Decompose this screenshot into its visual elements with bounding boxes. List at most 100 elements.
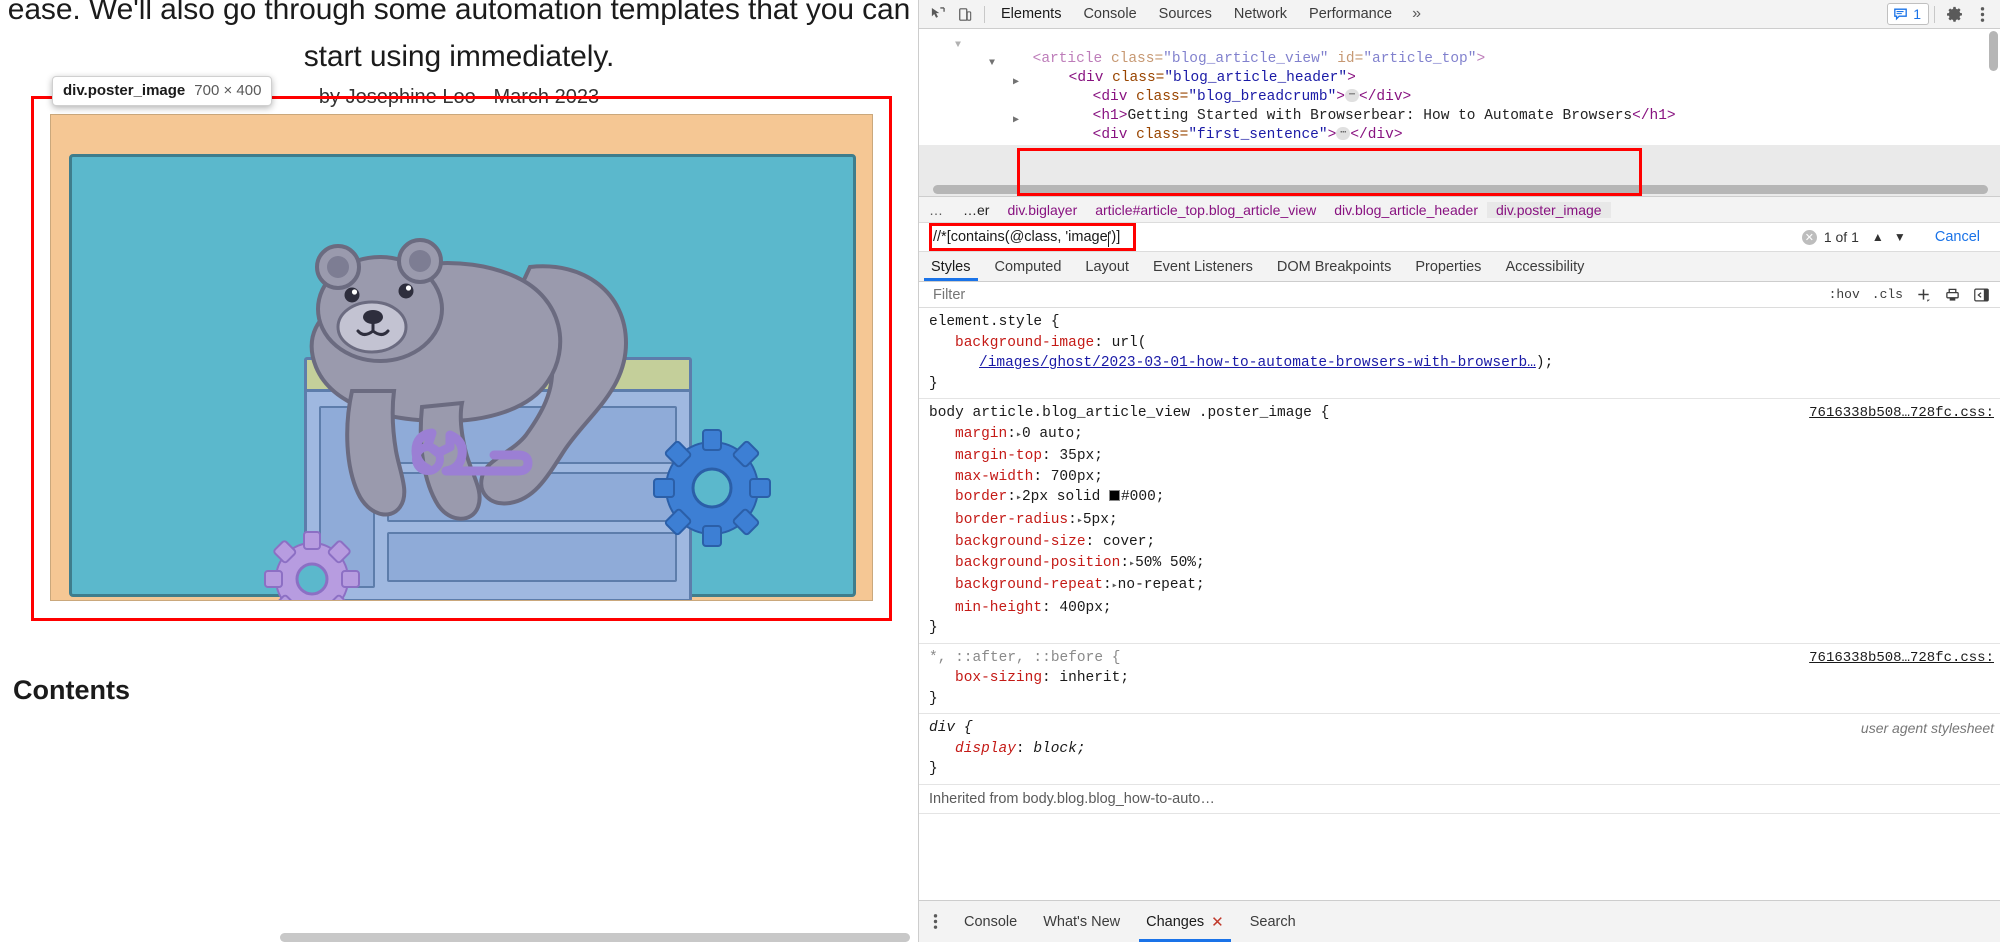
search-input-text-before-caret: //*[contains(@class, 'image — [933, 229, 1108, 245]
css-property-value: 50% 50%; — [1135, 554, 1205, 571]
tab-dom-breakpoints[interactable]: DOM Breakpoints — [1265, 252, 1403, 281]
tab-sources[interactable]: Sources — [1148, 0, 1223, 28]
breadcrumb-item-poster-image[interactable]: div.poster_image — [1486, 201, 1611, 218]
css-rule-close: } — [929, 690, 938, 707]
tab-accessibility[interactable]: Accessibility — [1493, 252, 1596, 281]
css-property-name: background-size — [955, 534, 1086, 550]
css-declaration[interactable]: margin-top: 35px; — [929, 446, 2000, 467]
tab-event-listeners[interactable]: Event Listeners — [1141, 252, 1265, 281]
toolbar-right-group: 1 — [1887, 1, 1996, 27]
close-icon[interactable]: ✕ — [1211, 913, 1224, 931]
devtools-toolbar: Elements Console Sources Network Perform… — [919, 0, 2000, 29]
tab-network[interactable]: Network — [1223, 0, 1298, 28]
drawer-tab-search[interactable]: Search — [1237, 901, 1309, 942]
tab-performance[interactable]: Performance — [1298, 0, 1403, 28]
css-rule-poster-image[interactable]: 7616338b508…728fc.css: body article.blog… — [919, 399, 2000, 644]
css-declaration[interactable]: box-sizing: inherit; — [929, 668, 2000, 689]
page-horizontal-scrollbar[interactable] — [280, 933, 910, 942]
dom-tree-horizontal-scrollbar[interactable] — [933, 185, 1988, 194]
breadcrumb-overflow-icon[interactable]: … — [919, 202, 954, 218]
css-property-name: max-width — [955, 468, 1034, 485]
css-url-value[interactable]: /images/ghost/2023-03-01-how-to-automate… — [929, 353, 2000, 374]
hov-toggle[interactable]: :hov — [1823, 287, 1866, 302]
search-next-icon[interactable]: ▼ — [1889, 226, 1911, 248]
devtools-drawer: Console What's New Changes ✕ Search — [919, 900, 2000, 942]
css-property-name: display — [955, 740, 1016, 757]
device-toolbar-icon[interactable] — [951, 1, 979, 27]
search-match-count: 1 of 1 — [1823, 229, 1859, 245]
search-cancel-button[interactable]: Cancel — [1911, 229, 2000, 245]
styles-filter-input[interactable]: Filter — [933, 287, 1823, 303]
tab-layout[interactable]: Layout — [1073, 252, 1141, 281]
dom-tree[interactable]: ▼ <article class="blog_article_view" id="… — [919, 29, 2000, 196]
toggle-sidebar-icon[interactable] — [1967, 288, 1996, 302]
css-rule-element-style[interactable]: element.style { background-image: url( /… — [919, 308, 2000, 399]
css-declaration[interactable]: min-height: 400px; — [929, 598, 2000, 619]
css-rule-source-link[interactable]: 7616338b508…728fc.css: — [1809, 648, 1994, 669]
drawer-tab-whats-new[interactable]: What's New — [1030, 901, 1133, 942]
inspect-cursor-icon[interactable] — [923, 1, 951, 27]
color-swatch[interactable] — [1108, 489, 1120, 501]
css-declaration[interactable]: max-width: 700px; — [929, 467, 2000, 488]
dom-node-poster-image-cont[interactable]: 03-01-how-to-automate-browsers-with-brow… — [919, 164, 2000, 196]
breadcrumb-item-biglayer[interactable]: div.biglayer — [998, 202, 1086, 218]
css-property-value: 700px; — [1050, 468, 1103, 485]
kebab-menu-icon[interactable] — [1968, 1, 1996, 27]
tab-elements[interactable]: Elements — [990, 0, 1072, 28]
tab-computed[interactable]: Computed — [983, 252, 1074, 281]
tab-properties[interactable]: Properties — [1403, 252, 1493, 281]
drawer-tab-changes[interactable]: Changes ✕ — [1133, 901, 1237, 942]
text-caret — [1107, 231, 1109, 247]
css-image-url-link[interactable]: /images/ghost/2023-03-01-how-to-automate… — [979, 355, 1536, 371]
search-input[interactable]: //*[contains(@class, 'image ')] — [919, 223, 1802, 251]
css-rule-close: } — [929, 761, 938, 777]
css-property-name: box-sizing — [955, 670, 1043, 686]
cls-toggle[interactable]: .cls — [1866, 287, 1909, 302]
dom-node-blog-breadcrumb[interactable]: ▶ <div class="blog_breadcrumb"> ⋯ </div> — [919, 69, 2000, 105]
dom-node-blog-author[interactable]: <div class="blog_author">by Josephine Lo… — [919, 126, 2000, 162]
css-property-value: 0 auto; — [1021, 425, 1083, 442]
css-rule-source-link[interactable]: 7616338b508…728fc.css: — [1809, 403, 1994, 424]
css-declaration[interactable]: background-repeat:▸no-repeat; — [929, 575, 2000, 598]
css-declaration[interactable]: background-image: url( — [929, 333, 2000, 354]
print-media-icon[interactable] — [1938, 287, 1967, 302]
gear-icon[interactable] — [1940, 1, 1968, 27]
dom-node-h1[interactable]: <h1>Getting Started with Browserbear: Ho… — [919, 88, 2000, 124]
plus-icon[interactable] — [1909, 287, 1938, 302]
breadcrumb-item-partial[interactable]: …er — [954, 202, 998, 218]
breadcrumb-item-blog-article-header[interactable]: div.blog_article_header — [1325, 202, 1487, 218]
more-tabs-icon[interactable]: » — [1403, 5, 1430, 23]
css-rule-div-ua[interactable]: user agent stylesheet div { display: blo… — [919, 714, 2000, 785]
css-rules-list[interactable]: element.style { background-image: url( /… — [919, 308, 2000, 900]
drawer-tab-label: Search — [1249, 913, 1296, 930]
css-declaration[interactable]: border:▸2px solid #000; — [929, 487, 2000, 510]
dom-tree-vertical-scrollbar[interactable] — [1989, 31, 1998, 71]
css-declaration[interactable]: background-position:▸50% 50%; — [929, 553, 2000, 576]
dom-node-first-sentence[interactable]: ▶ <div class="first_sentence"> ⋯ </div> — [919, 107, 2000, 143]
message-count-badge[interactable]: 1 — [1887, 3, 1929, 25]
contents-heading: Contents — [13, 675, 130, 705]
css-url-suffix: ); — [1535, 355, 1554, 371]
breadcrumb-item-article[interactable]: article#article_top.blog_article_view — [1086, 202, 1325, 218]
css-declaration[interactable]: margin:▸0 auto; — [929, 424, 2000, 447]
drawer-tab-console[interactable]: Console — [951, 901, 1030, 942]
css-declaration[interactable]: border-radius:▸5px; — [929, 510, 2000, 533]
drawer-tab-label: What's New — [1043, 913, 1121, 930]
css-property-name: background-repeat — [955, 577, 1103, 593]
tab-styles[interactable]: Styles — [919, 252, 983, 281]
clear-search-icon[interactable]: ✕ — [1801, 229, 1817, 245]
tab-console[interactable]: Console — [1072, 0, 1147, 28]
toolbar-divider — [984, 5, 985, 23]
css-selector: element.style { — [929, 314, 1060, 330]
css-declaration[interactable]: display: block; — [929, 739, 2000, 760]
dom-node-article[interactable]: ▼ <article class="blog_article_view" id="… — [919, 31, 2000, 67]
css-rule-universal[interactable]: 7616338b508…728fc.css: *, ::after, ::bef… — [919, 644, 2000, 714]
css-declaration[interactable]: background-size: cover; — [929, 532, 2000, 553]
drawer-kebab-menu-icon[interactable] — [919, 901, 951, 942]
search-prev-icon[interactable]: ▲ — [1867, 226, 1889, 248]
css-property-value: inherit; — [1059, 670, 1130, 686]
dom-node-poster-image[interactable]: ⋯<div class="poster_image" style="backgr… — [919, 145, 2000, 182]
dom-node-blog-article-header[interactable]: ▼ <div class="blog_article_header"> — [919, 50, 2000, 86]
css-property-name: background-position — [955, 554, 1121, 571]
css-rule-close: } — [929, 620, 938, 636]
